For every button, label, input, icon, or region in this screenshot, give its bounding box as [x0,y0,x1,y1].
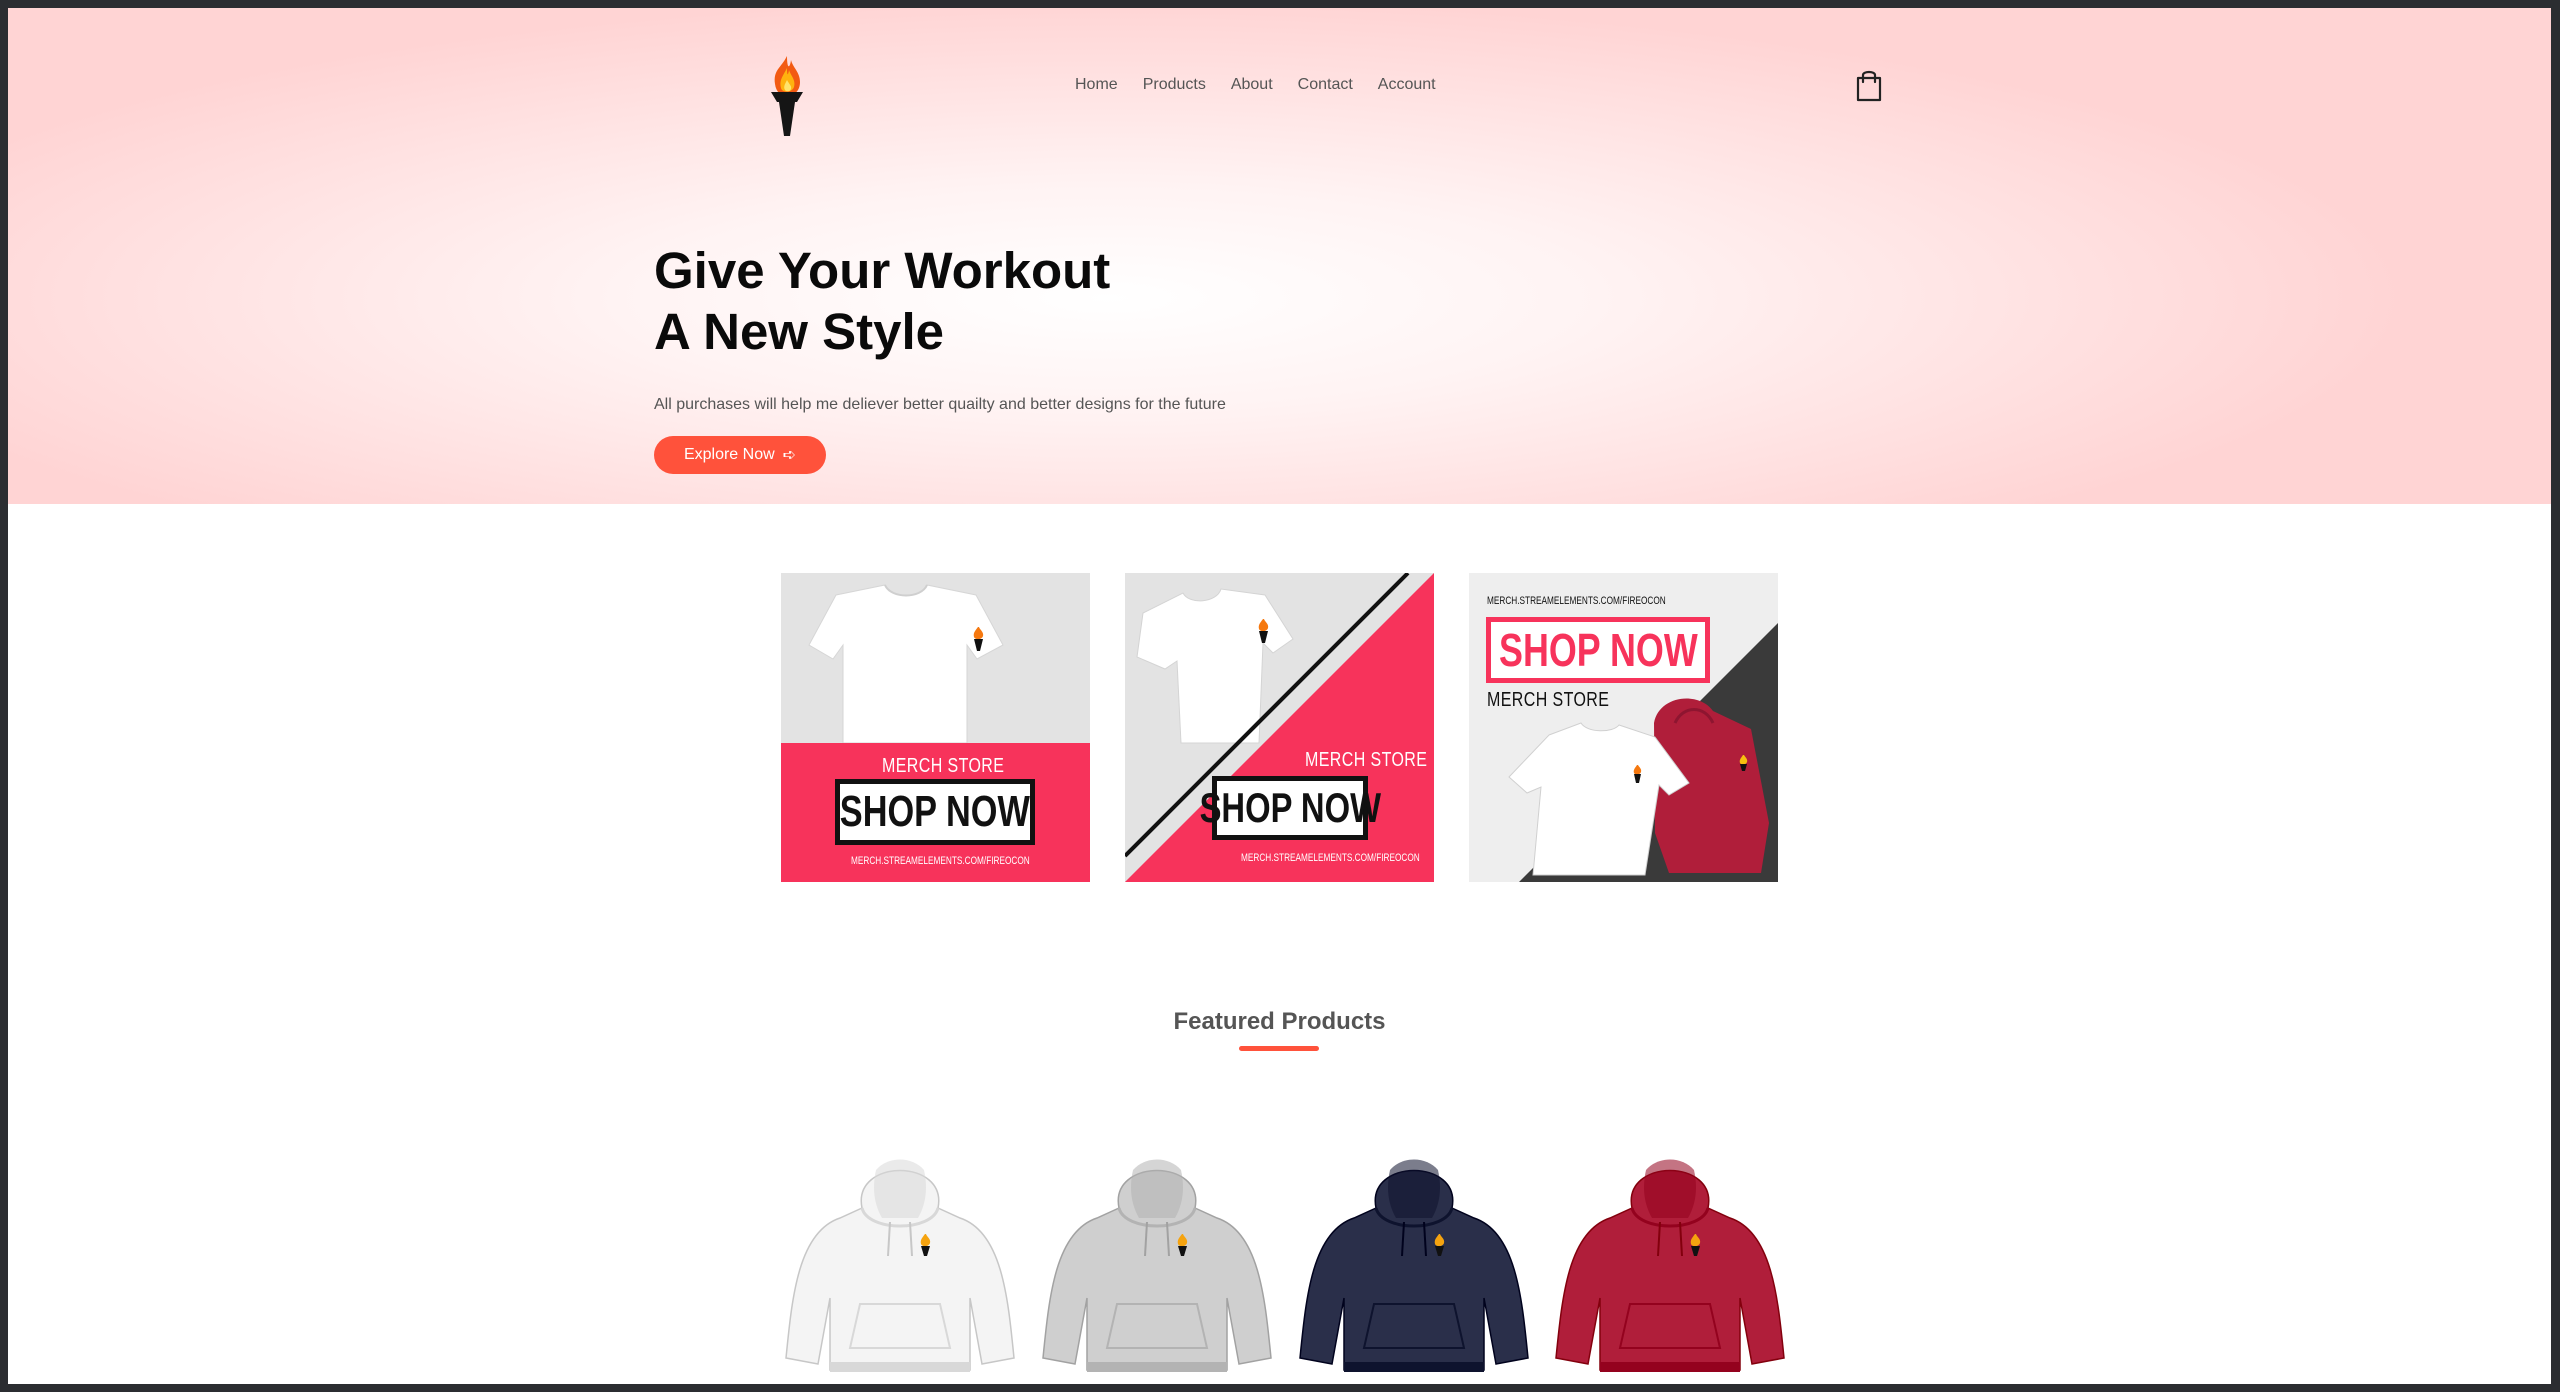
shop-now-button[interactable]: SHOP NOW [1486,617,1710,683]
hoodie-image [785,1159,1015,1372]
hoodie-image [1555,1159,1785,1372]
nav-products[interactable]: Products [1143,75,1206,95]
featured-products-title: Featured Products [1173,1008,1386,1035]
hoodie-image [1042,1159,1272,1372]
hero-headline-line2: A New Style [654,303,945,360]
merch-store-label: MERCH STORE [1487,689,1610,711]
hoodie-image [1299,1159,1529,1372]
merch-banner-2[interactable]: MERCH STORE SHOP NOW MERCH.STREAMELEMENT… [1125,573,1434,882]
shopping-bag-icon[interactable] [1854,68,1884,102]
hero-subtitle: All purchases will help me deliever bett… [654,396,1226,413]
nav-contact[interactable]: Contact [1298,75,1353,95]
product-card-heather-grey[interactable] [1035,1148,1279,1384]
hero-headline: Give Your Workout A New Style [654,240,1554,362]
nav-about[interactable]: About [1231,75,1273,95]
merch-banner-1[interactable]: MERCH STORE SHOP NOW MERCH.STREAMELEMENT… [781,573,1090,882]
main-nav: Home Products About Contact Account [1075,75,1461,95]
merch-store-label: MERCH STORE [882,755,1005,777]
product-card-maroon[interactable] [1548,1148,1792,1384]
explore-now-label: Explore Now [683,446,775,463]
featured-title-underline [1239,1046,1319,1051]
browser-viewport: Home Products About Contact Account Give… [8,8,2551,1384]
product-card-navy[interactable] [1292,1148,1536,1384]
nav-home[interactable]: Home [1075,75,1118,95]
hero-headline-line1: Give Your Workout [654,242,1111,299]
shop-now-button[interactable]: SHOP NOW [1199,776,1381,840]
merch-banner-3[interactable]: MERCH.STREAMELEMENTS.COM/FIREOCON SHOP N… [1469,573,1778,882]
nav-account[interactable]: Account [1378,75,1436,95]
shop-now-label: SHOP NOW [839,787,1031,836]
shop-now-label: SHOP NOW [1199,784,1381,831]
store-url: MERCH.STREAMELEMENTS.COM/FIREOCON [1487,595,1666,607]
explore-now-button[interactable]: Explore Now ➪ [654,436,826,474]
merch-store-label: MERCH STORE [1305,749,1428,771]
shop-now-button[interactable]: SHOP NOW [835,779,1035,845]
scrollbar[interactable] [2547,8,2551,1384]
shop-now-label: SHOP NOW [1498,624,1698,676]
product-card-white[interactable] [778,1148,1022,1384]
arrow-icon: ➪ [782,447,797,464]
hero-section: Home Products About Contact Account Give… [8,8,2551,504]
store-url: MERCH.STREAMELEMENTS.COM/FIREOCON [851,855,1030,867]
store-url: MERCH.STREAMELEMENTS.COM/FIREOCON [1241,852,1420,864]
torch-logo-icon[interactable] [767,54,807,138]
